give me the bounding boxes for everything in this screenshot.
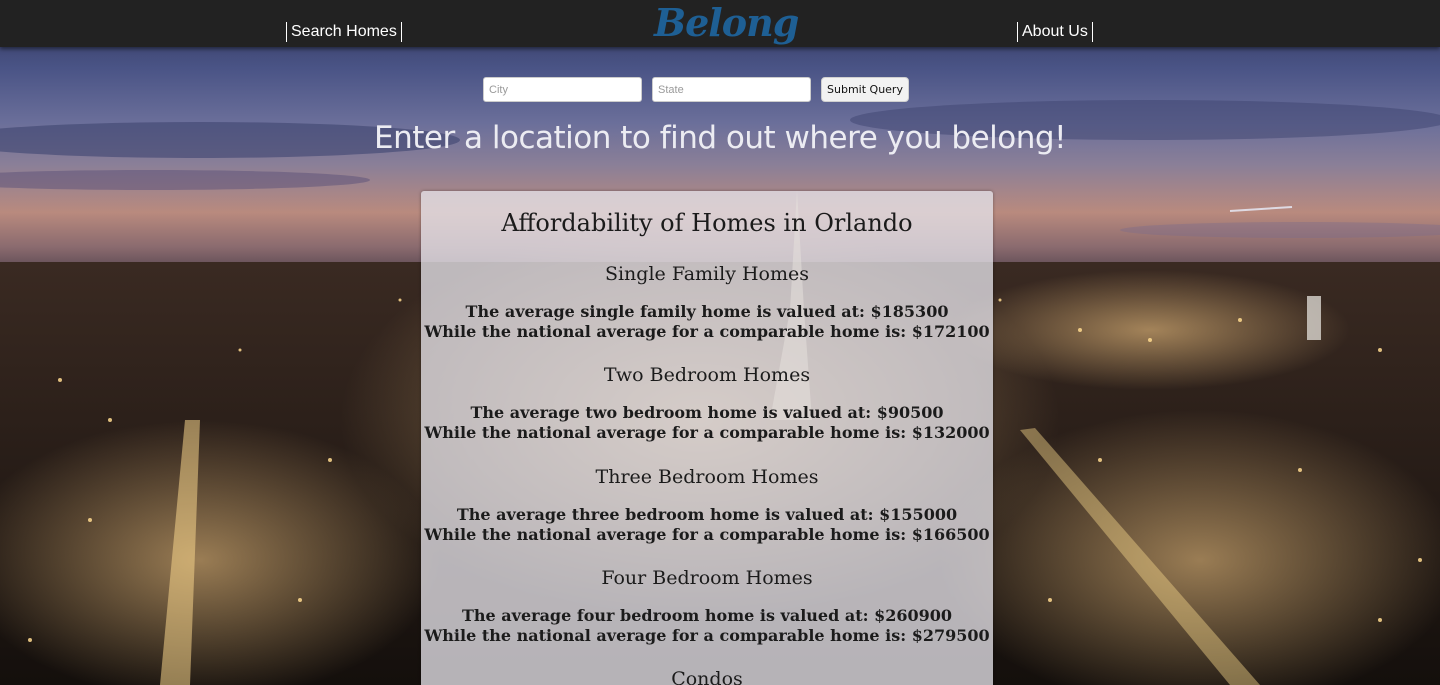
national-average-text: While the national average for a compara… [424, 423, 990, 442]
local-average-text: The average single family home is valued… [465, 302, 949, 321]
local-average-text: The average four bedroom home is valued … [462, 606, 952, 625]
section-single-family: Single Family Homes The average single f… [421, 262, 993, 342]
nav-search-homes-link[interactable]: Search Homes [286, 22, 402, 42]
section-four-bedroom: Four Bedroom Homes The average four bedr… [421, 566, 993, 646]
national-average-text: While the national average for a compara… [424, 322, 990, 341]
affordability-results-panel: Affordability of Homes in Orlando Single… [421, 191, 993, 685]
section-heading: Single Family Homes [604, 263, 810, 285]
local-average-text: The average two bedroom home is valued a… [470, 403, 944, 422]
page: Search Homes Belong About Us Submit Quer… [0, 0, 1440, 685]
state-input[interactable] [652, 77, 811, 102]
section-three-bedroom: Three Bedroom Homes The average three be… [421, 465, 993, 545]
submit-query-button[interactable]: Submit Query [821, 77, 909, 102]
city-input[interactable] [483, 77, 642, 102]
section-condos: Condos [421, 667, 993, 685]
section-heading: Four Bedroom Homes [601, 567, 813, 589]
section-two-bedroom: Two Bedroom Homes The average two bedroo… [421, 363, 993, 443]
national-average-text: While the national average for a compara… [424, 626, 990, 645]
page-tagline: Enter a location to find out where you b… [373, 120, 1067, 156]
section-heading: Three Bedroom Homes [595, 466, 819, 488]
nav-about-us-link[interactable]: About Us [1017, 22, 1093, 42]
section-heading: Condos [671, 668, 743, 685]
local-average-text: The average three bedroom home is valued… [456, 505, 958, 524]
results-title: Affordability of Homes in Orlando [501, 209, 913, 237]
top-navbar: Search Homes Belong About Us [0, 0, 1440, 47]
belong-logo[interactable]: Belong [654, 0, 799, 46]
national-average-text: While the national average for a compara… [424, 525, 990, 544]
section-heading: Two Bedroom Homes [603, 364, 811, 386]
